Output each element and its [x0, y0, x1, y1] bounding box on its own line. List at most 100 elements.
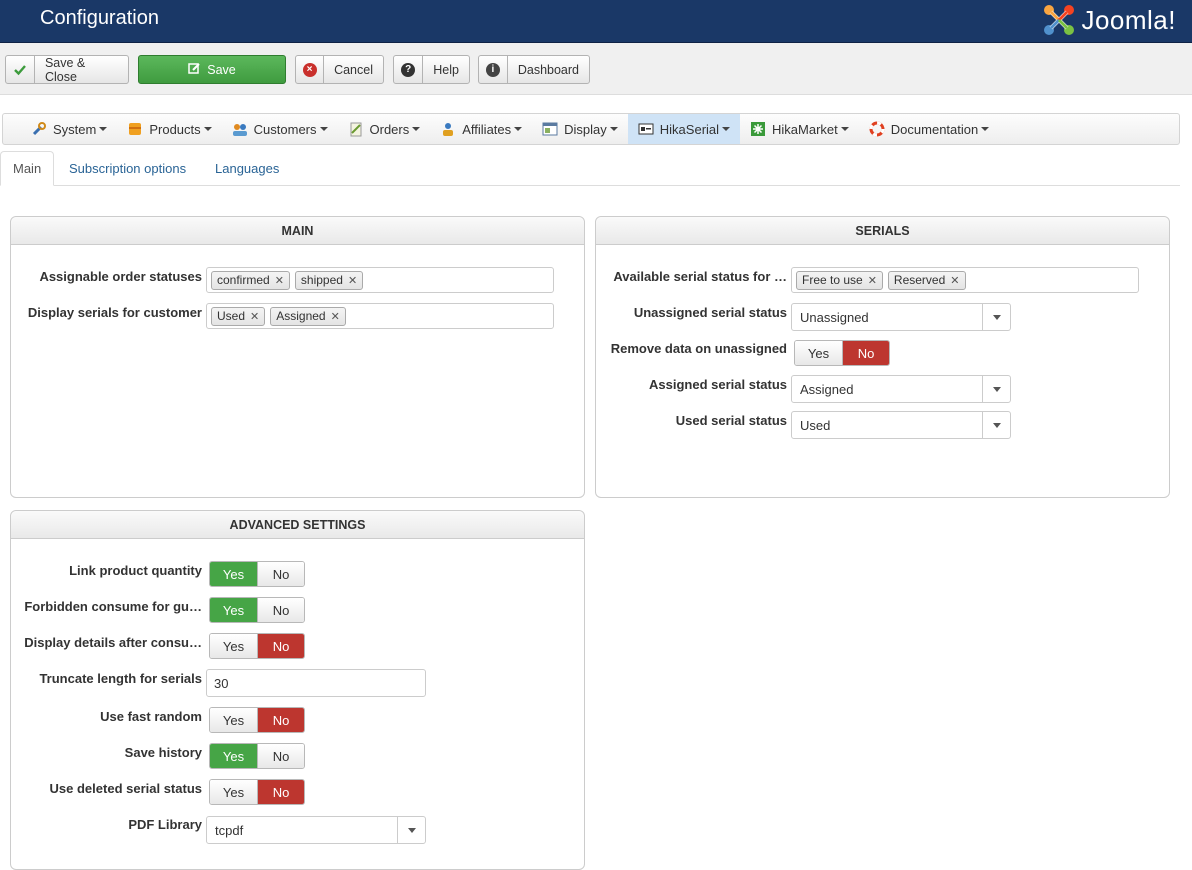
menu-system[interactable]: System: [21, 114, 117, 144]
menu-products[interactable]: Products: [117, 114, 221, 144]
affiliates-icon: [440, 121, 456, 137]
hikamarket-icon: [750, 121, 766, 137]
fast-random-yes[interactable]: Yes: [210, 708, 257, 732]
tag-confirmed: confirmed ✕: [211, 270, 290, 290]
advanced-settings-panel: ADVANCED SETTINGS Link product quantity …: [10, 510, 585, 870]
menu-customers[interactable]: Customers: [222, 114, 338, 144]
remove-tag-icon[interactable]: ✕: [950, 274, 959, 287]
remove-data-toggle: Yes No: [794, 340, 890, 366]
forbidden-consume-toggle: Yes No: [209, 597, 305, 623]
fast-random-toggle: Yes No: [209, 707, 305, 733]
advanced-settings-title: ADVANCED SETTINGS: [11, 511, 584, 539]
edit-icon: [188, 62, 201, 78]
display-details-yes[interactable]: Yes: [210, 634, 257, 658]
tab-languages[interactable]: Languages: [203, 151, 291, 186]
menu-documentation[interactable]: Documentation: [859, 114, 999, 144]
assigned-status-select[interactable]: Assigned: [791, 375, 1011, 403]
display-details-toggle: Yes No: [209, 633, 305, 659]
products-icon: [127, 121, 143, 137]
dropdown-arrow-icon: [982, 412, 1010, 438]
tag-assigned: Assigned ✕: [270, 306, 346, 326]
tab-main[interactable]: Main: [0, 151, 55, 186]
truncate-length-input[interactable]: 30: [206, 669, 426, 697]
chevron-down-icon: [99, 127, 108, 131]
cancel-button[interactable]: × Cancel: [295, 55, 384, 84]
forbidden-consume-no[interactable]: No: [257, 598, 304, 622]
tab-subscription-options[interactable]: Subscription options: [57, 151, 198, 186]
save-history-no[interactable]: No: [257, 744, 304, 768]
lifebuoy-icon: [869, 121, 885, 137]
config-tabs: Main Subscription options Languages: [0, 151, 1180, 186]
deleted-status-label: Use deleted serial status: [49, 781, 202, 796]
remove-data-no[interactable]: No: [842, 341, 889, 365]
used-status-select[interactable]: Used: [791, 411, 1011, 439]
unassigned-status-select[interactable]: Unassigned: [791, 303, 1011, 331]
deleted-status-no[interactable]: No: [257, 780, 304, 804]
display-serials-label: Display serials for customer: [27, 305, 202, 320]
joomla-mark-icon: [1044, 5, 1075, 35]
menu-orders[interactable]: Orders: [338, 114, 431, 144]
deleted-status-yes[interactable]: Yes: [210, 780, 257, 804]
assigned-status-label: Assigned serial status: [649, 377, 787, 392]
save-history-toggle: Yes No: [209, 743, 305, 769]
remove-tag-icon[interactable]: ✕: [331, 310, 340, 323]
link-quantity-no[interactable]: No: [257, 562, 304, 586]
available-status-field[interactable]: Free to use ✕ Reserved ✕: [791, 267, 1139, 293]
used-status-label: Used serial status: [675, 413, 787, 428]
main-menu: System Products Customers Orders Affilia…: [2, 113, 1180, 145]
remove-tag-icon[interactable]: ✕: [348, 274, 357, 287]
link-quantity-yes[interactable]: Yes: [210, 562, 257, 586]
remove-tag-icon[interactable]: ✕: [275, 274, 284, 287]
deleted-status-toggle: Yes No: [209, 779, 305, 805]
link-quantity-label: Link product quantity: [69, 563, 202, 578]
pdf-library-select[interactable]: tcpdf: [206, 816, 426, 844]
main-panel: MAIN Assignable order statuses confirmed…: [10, 216, 585, 498]
toolbar: Save & Close Save × Cancel ? Help i Dash…: [0, 43, 1192, 95]
remove-tag-icon[interactable]: ✕: [250, 310, 259, 323]
menu-hikaserial[interactable]: HikaSerial: [627, 114, 741, 144]
chevron-down-icon: [514, 127, 523, 131]
hikaserial-icon: [638, 121, 654, 137]
chevron-down-icon: [203, 127, 212, 131]
remove-data-yes[interactable]: Yes: [795, 341, 842, 365]
unassigned-status-label: Unassigned serial status: [633, 305, 787, 320]
display-details-no[interactable]: No: [257, 634, 304, 658]
dropdown-arrow-icon: [397, 817, 425, 843]
serials-panel: SERIALS Available serial status for … Fr…: [595, 216, 1170, 498]
save-history-yes[interactable]: Yes: [210, 744, 257, 768]
fast-random-no[interactable]: No: [257, 708, 304, 732]
forbidden-consume-yes[interactable]: Yes: [210, 598, 257, 622]
available-status-label: Available serial status for …: [613, 269, 787, 284]
display-serials-field[interactable]: Used ✕ Assigned ✕: [206, 303, 554, 329]
assignable-statuses-label: Assignable order statuses: [39, 269, 202, 284]
chevron-down-icon: [319, 127, 328, 131]
display-details-label: Display details after consu…: [24, 635, 202, 650]
page-header: Configuration Joomla!: [0, 0, 1192, 43]
forbidden-consume-label: Forbidden consume for gu…: [24, 599, 202, 614]
question-icon: ?: [394, 56, 424, 83]
remove-tag-icon[interactable]: ✕: [868, 274, 877, 287]
page-title: Configuration: [40, 7, 159, 29]
save-history-label: Save history: [124, 745, 202, 760]
menu-hikamarket[interactable]: HikaMarket: [740, 114, 859, 144]
dashboard-icon: i: [479, 56, 508, 83]
save-button[interactable]: Save: [138, 55, 286, 84]
tag-free-to-use: Free to use ✕: [796, 270, 883, 290]
save-close-button[interactable]: Save & Close: [5, 55, 129, 84]
orders-icon: [348, 121, 364, 137]
link-quantity-toggle: Yes No: [209, 561, 305, 587]
dropdown-arrow-icon: [982, 304, 1010, 330]
help-button[interactable]: ? Help: [393, 55, 470, 84]
menu-affiliates[interactable]: Affiliates: [430, 114, 532, 144]
dashboard-button[interactable]: i Dashboard: [478, 55, 590, 84]
tag-reserved: Reserved ✕: [887, 270, 966, 290]
joomla-logo: Joomla!: [1041, 0, 1176, 40]
chevron-down-icon: [981, 127, 990, 131]
check-icon: [6, 56, 35, 83]
assignable-statuses-field[interactable]: confirmed ✕ shipped ✕: [206, 267, 554, 293]
menu-display[interactable]: Display: [532, 114, 628, 144]
chevron-down-icon: [412, 127, 421, 131]
tag-shipped: shipped ✕: [294, 270, 364, 290]
chevron-down-icon: [722, 127, 731, 131]
tag-used: Used ✕: [211, 306, 266, 326]
